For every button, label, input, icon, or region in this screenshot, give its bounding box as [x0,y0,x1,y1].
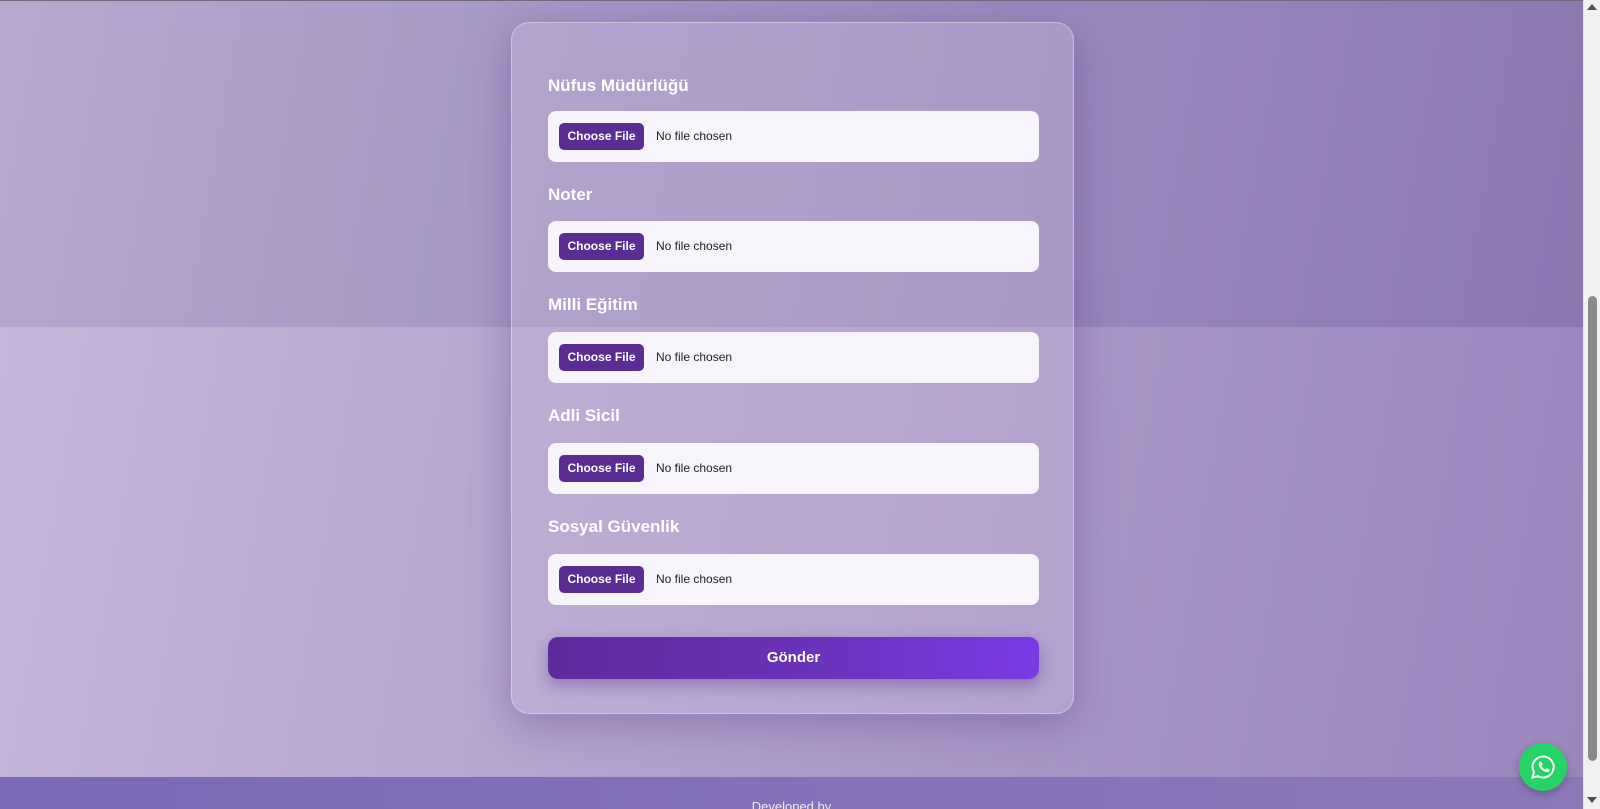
upload-form-card: Nüfus Müdürlüğü Choose File No file chos… [511,22,1074,714]
file-status-text: No file chosen [656,572,733,586]
file-input-noter[interactable]: Choose File No file chosen [548,221,1039,272]
footer-text: Developed by [751,799,832,809]
file-status-text: No file chosen [656,350,733,364]
scroll-up-icon[interactable] [1587,4,1597,10]
choose-file-button[interactable]: Choose File [559,344,644,371]
field-label-sosyal-guvenlik: Sosyal Güvenlik [548,517,680,536]
field-label-nufus: Nüfus Müdürlüğü [548,76,689,95]
file-input-sosyal-guvenlik[interactable]: Choose File No file chosen [548,554,1039,605]
whatsapp-button[interactable] [1519,743,1567,791]
file-input-nufus[interactable]: Choose File No file chosen [548,111,1039,162]
choose-file-button[interactable]: Choose File [559,566,644,593]
submit-button[interactable]: Gönder [548,637,1039,679]
choose-file-button[interactable]: Choose File [559,455,644,482]
field-label-noter: Noter [548,185,593,204]
file-status-text: No file chosen [656,461,733,475]
field-label-milli-egitim: Milli Eğitim [548,295,638,314]
field-label-adli-sicil: Adli Sicil [548,406,620,425]
whatsapp-icon [1531,755,1555,779]
file-input-adli-sicil[interactable]: Choose File No file chosen [548,443,1039,494]
choose-file-button[interactable]: Choose File [559,233,644,260]
vertical-scrollbar[interactable] [1583,0,1600,809]
file-status-text: No file chosen [656,239,733,253]
scroll-down-icon[interactable] [1587,797,1597,803]
file-status-text: No file chosen [656,129,733,143]
choose-file-button[interactable]: Choose File [559,123,644,150]
file-input-milli-egitim[interactable]: Choose File No file chosen [548,332,1039,383]
footer: Developed by [0,777,1583,809]
scroll-thumb[interactable] [1588,296,1597,761]
